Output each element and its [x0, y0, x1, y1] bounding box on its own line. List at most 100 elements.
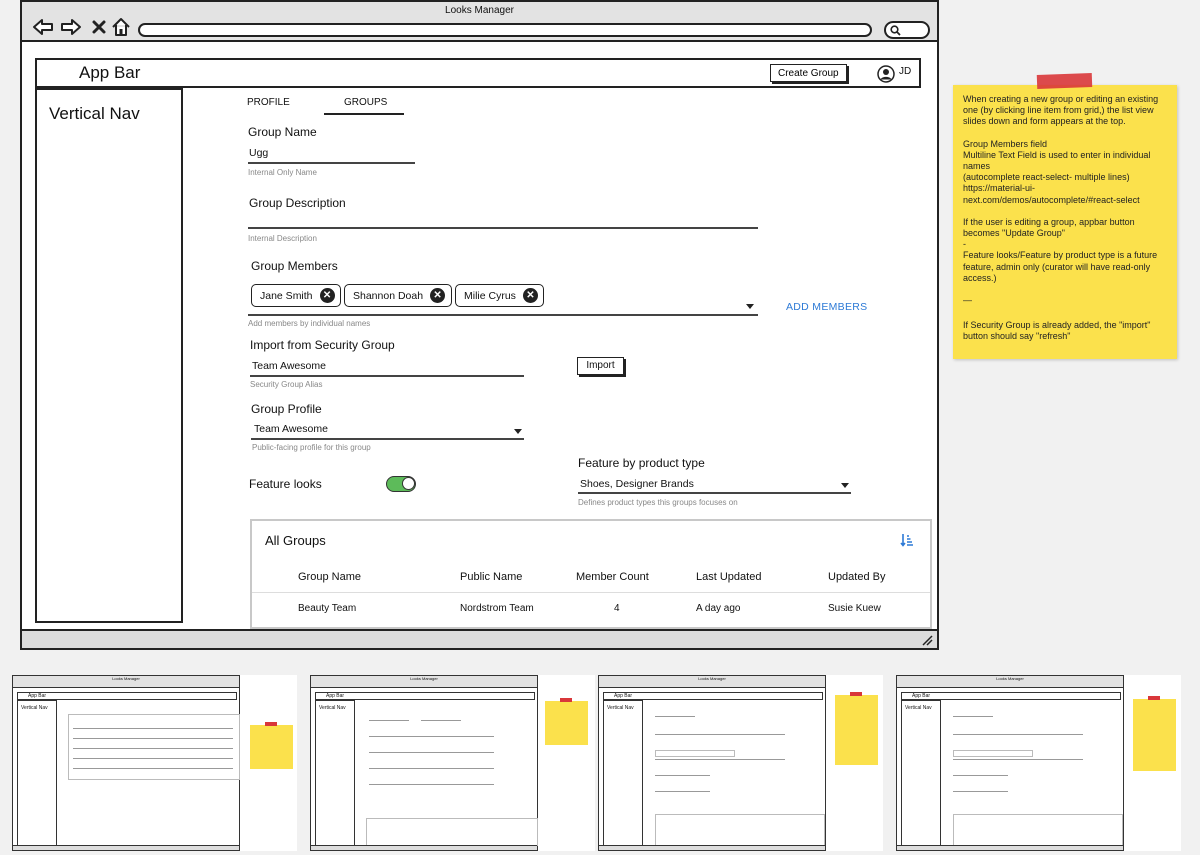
add-members-button[interactable]: ADD MEMBERS [786, 301, 867, 313]
thumbnail-appbar: App Bar [17, 692, 237, 700]
group-name-help: Internal Only Name [248, 168, 317, 177]
remove-chip-icon[interactable]: ✕ [522, 288, 538, 303]
forward-arrow-icon[interactable] [60, 16, 82, 38]
column-header-group-name[interactable]: Group Name [298, 571, 361, 583]
thumbnail-appbar-label: App Bar [912, 693, 931, 699]
thumbnail-statusbar [311, 845, 537, 850]
sticky-note-text: — [963, 295, 972, 306]
thumbnail-statusbar [897, 845, 1123, 850]
column-header-updated-by[interactable]: Updated By [828, 571, 885, 583]
group-description-help: Internal Description [248, 234, 317, 243]
thumbnail-window: Looks Manager App Bar Vertical Nav [896, 675, 1124, 851]
thumbnail-nav-label: Vertical Nav [607, 705, 634, 711]
member-chip[interactable]: Shannon Doah ✕ [344, 284, 452, 307]
group-name-input[interactable]: Ugg [249, 147, 268, 159]
thumbnail-nav: Vertical Nav [17, 700, 57, 846]
feature-by-product-help: Defines product types this groups focuse… [578, 498, 738, 507]
thumbnail-nav-label: Vertical Nav [319, 705, 346, 711]
tape-icon [1036, 73, 1093, 89]
tab-profile[interactable]: PROFILE [247, 97, 290, 108]
thumbnail-field [953, 734, 1083, 735]
create-group-button[interactable]: Create Group [770, 64, 847, 82]
thumbnail-nav: Vertical Nav [603, 700, 643, 846]
resize-grip-icon[interactable] [921, 634, 933, 646]
thumbnail-appbar: App Bar [315, 692, 535, 700]
group-name-underline [248, 162, 415, 164]
thumbnail-row [73, 758, 233, 759]
security-group-help: Security Group Alias [250, 380, 323, 389]
member-chip-label: Milie Cyrus [464, 289, 516, 302]
thumbnail[interactable]: Looks Manager App Bar Vertical Nav [896, 675, 1181, 851]
column-header-public-name[interactable]: Public Name [460, 571, 522, 583]
thumbnail-table [953, 814, 1123, 847]
thumbnail-appbar: App Bar [901, 692, 1121, 700]
thumbnail-field [953, 791, 1008, 792]
sticky-note-text: If the user is editing a group, appbar b… [963, 216, 1158, 283]
table-cell: 4 [614, 603, 620, 614]
thumbnail[interactable]: Looks Manager App Bar Vertical Nav [310, 675, 595, 851]
thumbnail-field [655, 791, 710, 792]
thumbnail[interactable]: Looks Manager App Bar Vertical Nav [12, 675, 297, 851]
thumbnail-nav-label: Vertical Nav [905, 705, 932, 711]
app-bar-title: App Bar [79, 63, 141, 82]
column-header-last-updated[interactable]: Last Updated [696, 571, 761, 583]
thumbnail-window: Looks Manager App Bar Vertical Nav [12, 675, 240, 851]
security-group-underline [250, 375, 524, 377]
group-description-input[interactable] [248, 227, 758, 229]
home-icon[interactable] [110, 16, 132, 38]
member-chip[interactable]: Jane Smith ✕ [251, 284, 341, 307]
table-cell: Susie Kuew [828, 603, 881, 614]
thumbnail-appbar-label: App Bar [326, 693, 345, 699]
sort-icon[interactable] [900, 533, 914, 547]
group-members-underline [248, 314, 758, 316]
security-group-input[interactable]: Team Awesome [252, 360, 326, 372]
thumbnail-field [953, 759, 1083, 760]
table-cell: A day ago [696, 603, 741, 614]
import-button[interactable]: Import [577, 357, 624, 375]
thumbnail-titlebar: Looks Manager [13, 676, 239, 688]
tab-groups[interactable]: GROUPS [344, 97, 387, 108]
back-arrow-icon[interactable] [32, 16, 54, 38]
chevron-down-icon[interactable] [514, 429, 522, 434]
account-avatar-icon[interactable] [877, 65, 895, 83]
thumbnail-sticky-note [545, 701, 588, 745]
close-icon[interactable] [88, 16, 110, 38]
thumbnail-field [369, 768, 494, 769]
thumbnail-field [655, 775, 710, 776]
thumbnail-tape [1148, 696, 1160, 700]
thumbnail-field [953, 716, 993, 717]
thumbnail-table [68, 714, 240, 780]
remove-chip-icon[interactable]: ✕ [430, 288, 446, 303]
chevron-down-icon[interactable] [746, 304, 754, 309]
group-profile-select[interactable]: Team Awesome [254, 423, 328, 435]
thumbnail-field [369, 736, 494, 737]
group-description-label: Group Description [249, 196, 346, 210]
thumbnail-field [655, 716, 695, 717]
thumbnail-titlebar: Looks Manager [897, 676, 1123, 688]
all-groups-title: All Groups [265, 533, 326, 548]
member-chip[interactable]: Milie Cyrus ✕ [455, 284, 544, 307]
remove-chip-icon[interactable]: ✕ [319, 288, 335, 303]
column-header-member-count[interactable]: Member Count [576, 571, 649, 583]
thumbnail-statusbar [599, 845, 825, 850]
thumbnail[interactable]: Looks Manager App Bar Vertical Nav [598, 675, 883, 851]
thumbnail-table [366, 818, 538, 846]
thumbnail-row [73, 738, 233, 739]
security-group-label: Import from Security Group [250, 338, 395, 352]
browser-search-field[interactable] [884, 21, 930, 39]
member-chip-label: Shannon Doah [353, 289, 424, 302]
thumbnail-window: Looks Manager App Bar Vertical Nav [598, 675, 826, 851]
sticky-note-text: If Security Group is already added, the … [963, 320, 1151, 342]
feature-looks-toggle[interactable] [386, 476, 416, 492]
chevron-down-icon[interactable] [841, 483, 849, 488]
thumbnail-statusbar [13, 845, 239, 850]
thumbnail-field [421, 720, 461, 721]
thumbnail-tape [265, 722, 277, 726]
address-bar[interactable] [138, 23, 872, 37]
thumbnail-row [73, 748, 233, 749]
group-members-label: Group Members [251, 259, 338, 273]
feature-by-product-select[interactable]: Shoes, Designer Brands [580, 478, 694, 490]
thumbnail-title: Looks Manager [996, 676, 1024, 681]
thumbnail-table [655, 814, 825, 847]
thumbnail-nav-label: Vertical Nav [21, 705, 48, 711]
